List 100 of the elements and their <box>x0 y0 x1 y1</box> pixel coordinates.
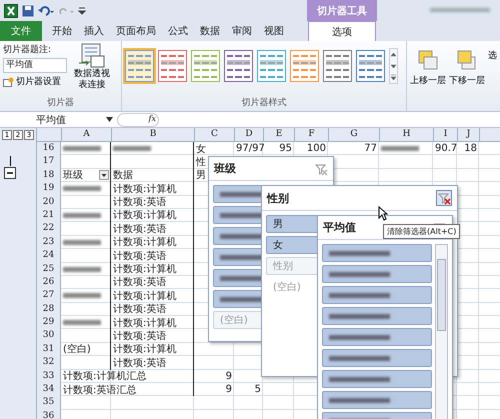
slicer-item[interactable] <box>322 370 432 388</box>
pivot-connections-button[interactable]: 数据透视表连接 <box>70 43 114 91</box>
undo-icon[interactable] <box>38 4 54 16</box>
ribbon-tab[interactable]: 选项 <box>308 21 376 41</box>
arrange-button[interactable]: 上移一层 <box>410 49 446 111</box>
row-header[interactable]: 18 <box>37 168 61 182</box>
file-tab[interactable]: 文件 <box>0 21 42 41</box>
row-header[interactable]: 29 <box>37 316 61 330</box>
slicer-style-swatch[interactable] <box>191 50 220 82</box>
blurred-item-text <box>329 376 390 382</box>
cell-text: 性 <box>196 156 206 169</box>
row-header[interactable]: 23 <box>37 236 61 250</box>
row-header[interactable]: 26 <box>37 276 61 290</box>
cell-text: (空白) <box>63 342 91 356</box>
row-header[interactable]: 34 <box>37 383 61 396</box>
customize-icon[interactable] <box>78 4 86 16</box>
column-header[interactable]: C <box>195 128 235 141</box>
blurred-cell-text <box>113 146 151 151</box>
blurred-item-text <box>329 398 390 402</box>
slicer-item[interactable] <box>322 244 432 262</box>
column-header[interactable]: D <box>235 128 264 141</box>
row-header[interactable]: 35 <box>37 396 61 410</box>
column-header[interactable]: G <box>329 128 380 141</box>
column-header[interactable]: A <box>62 128 112 141</box>
slicer-style-swatch[interactable] <box>356 50 386 82</box>
slicer-title: 平均值 <box>323 220 356 235</box>
row-header[interactable]: 17 <box>37 155 61 169</box>
ribbon-tab[interactable]: 页面布局 <box>110 21 162 41</box>
cell-text: 计数项:计算机 <box>113 236 176 250</box>
collapse-button[interactable] <box>4 167 16 179</box>
slicer-item[interactable] <box>322 286 432 304</box>
ribbon-tab[interactable]: 公式 <box>162 21 194 41</box>
slicer-style-swatch[interactable] <box>224 50 254 82</box>
slicer-item[interactable] <box>322 349 432 367</box>
save-icon[interactable] <box>22 4 34 16</box>
slicer-style-swatch[interactable] <box>158 50 188 82</box>
dropdown-arrow-icon[interactable] <box>106 117 113 122</box>
clear-filter-icon[interactable] <box>436 190 452 206</box>
scrollbar[interactable] <box>435 244 448 419</box>
cell-text: 计数项:计算机汇总 <box>63 370 146 384</box>
contextual-tab-title: 切片器工具 <box>307 0 377 21</box>
blurred-cell-text <box>63 320 101 326</box>
column-header[interactable]: F <box>295 128 329 141</box>
slicer-settings-button[interactable]: 切片器设置 <box>3 75 67 88</box>
slicer-item[interactable] <box>322 307 432 325</box>
slicer-item[interactable] <box>322 328 432 346</box>
cell-text: 女 <box>196 142 206 156</box>
cell-text: 100 <box>306 143 326 154</box>
row-header[interactable]: 19 <box>37 182 61 196</box>
ribbon-tab[interactable]: 开始 <box>46 21 78 41</box>
blurred-cell-text <box>381 146 419 151</box>
row-header[interactable]: 25 <box>37 262 61 276</box>
row-header[interactable]: 21 <box>37 208 61 222</box>
blurred-item-text <box>329 356 390 360</box>
row-header[interactable]: 28 <box>37 302 61 316</box>
slicer-style-swatch[interactable] <box>125 50 154 82</box>
cell-text: 5 <box>254 384 261 396</box>
row-header[interactable]: 33 <box>37 370 61 384</box>
insert-function-button[interactable]: fx <box>148 114 158 126</box>
cell-text: 计数项:英语 <box>113 196 166 210</box>
excel-logo-icon[interactable] <box>4 4 18 18</box>
column-header[interactable]: B <box>112 128 195 141</box>
row-header[interactable]: 22 <box>37 222 61 236</box>
arrange-button[interactable]: 选 <box>488 49 497 111</box>
slicer-item[interactable] <box>322 265 432 283</box>
column-header[interactable]: H <box>380 128 434 141</box>
name-box[interactable]: 平均值 <box>0 112 106 126</box>
row-header[interactable]: 24 <box>37 249 61 263</box>
column-header[interactable]: J <box>458 128 480 141</box>
row-header[interactable]: 16 <box>37 142 61 156</box>
cell-text: 77 <box>364 143 377 154</box>
ribbon-tab[interactable]: 插入 <box>78 21 110 41</box>
slicer-item[interactable] <box>322 391 432 409</box>
cell-text: 97/97 <box>236 143 265 154</box>
row-header[interactable]: 20 <box>37 196 61 209</box>
slicer-style-swatch[interactable] <box>323 50 352 82</box>
column-header[interactable]: I <box>434 128 458 141</box>
cell-text: 计数项:计算机 <box>113 208 176 222</box>
row-header[interactable]: 31 <box>37 342 61 356</box>
blurred-item-text <box>329 250 390 256</box>
ribbon-tab[interactable]: 数据 <box>194 21 226 41</box>
cell-text: 90.7 <box>435 143 458 154</box>
filter-dropdown-button[interactable] <box>99 170 109 180</box>
ribbon-tab[interactable]: 视图 <box>258 21 290 41</box>
ribbon-tab[interactable]: 审阅 <box>226 21 258 41</box>
arrange-button[interactable]: 下移一层 <box>449 49 485 111</box>
gallery-scroll-buttons[interactable] <box>389 48 398 84</box>
slicer-title: 性别 <box>267 190 289 206</box>
caption-field[interactable]: 平均值 <box>3 58 67 73</box>
cell-text: 数据 <box>113 169 133 182</box>
clear-filter-icon[interactable] <box>314 162 328 176</box>
slicer-style-swatch[interactable] <box>257 50 286 82</box>
blurred-item-text <box>329 314 390 318</box>
column-header[interactable]: E <box>264 128 295 141</box>
row-header[interactable]: 32 <box>37 356 61 370</box>
cell-text: 计数项:计算机 <box>113 342 176 356</box>
slicer-style-swatch[interactable] <box>290 50 320 82</box>
row-header[interactable]: 30 <box>37 329 61 343</box>
row-header[interactable]: 27 <box>37 289 61 303</box>
layers-icon <box>456 49 478 71</box>
